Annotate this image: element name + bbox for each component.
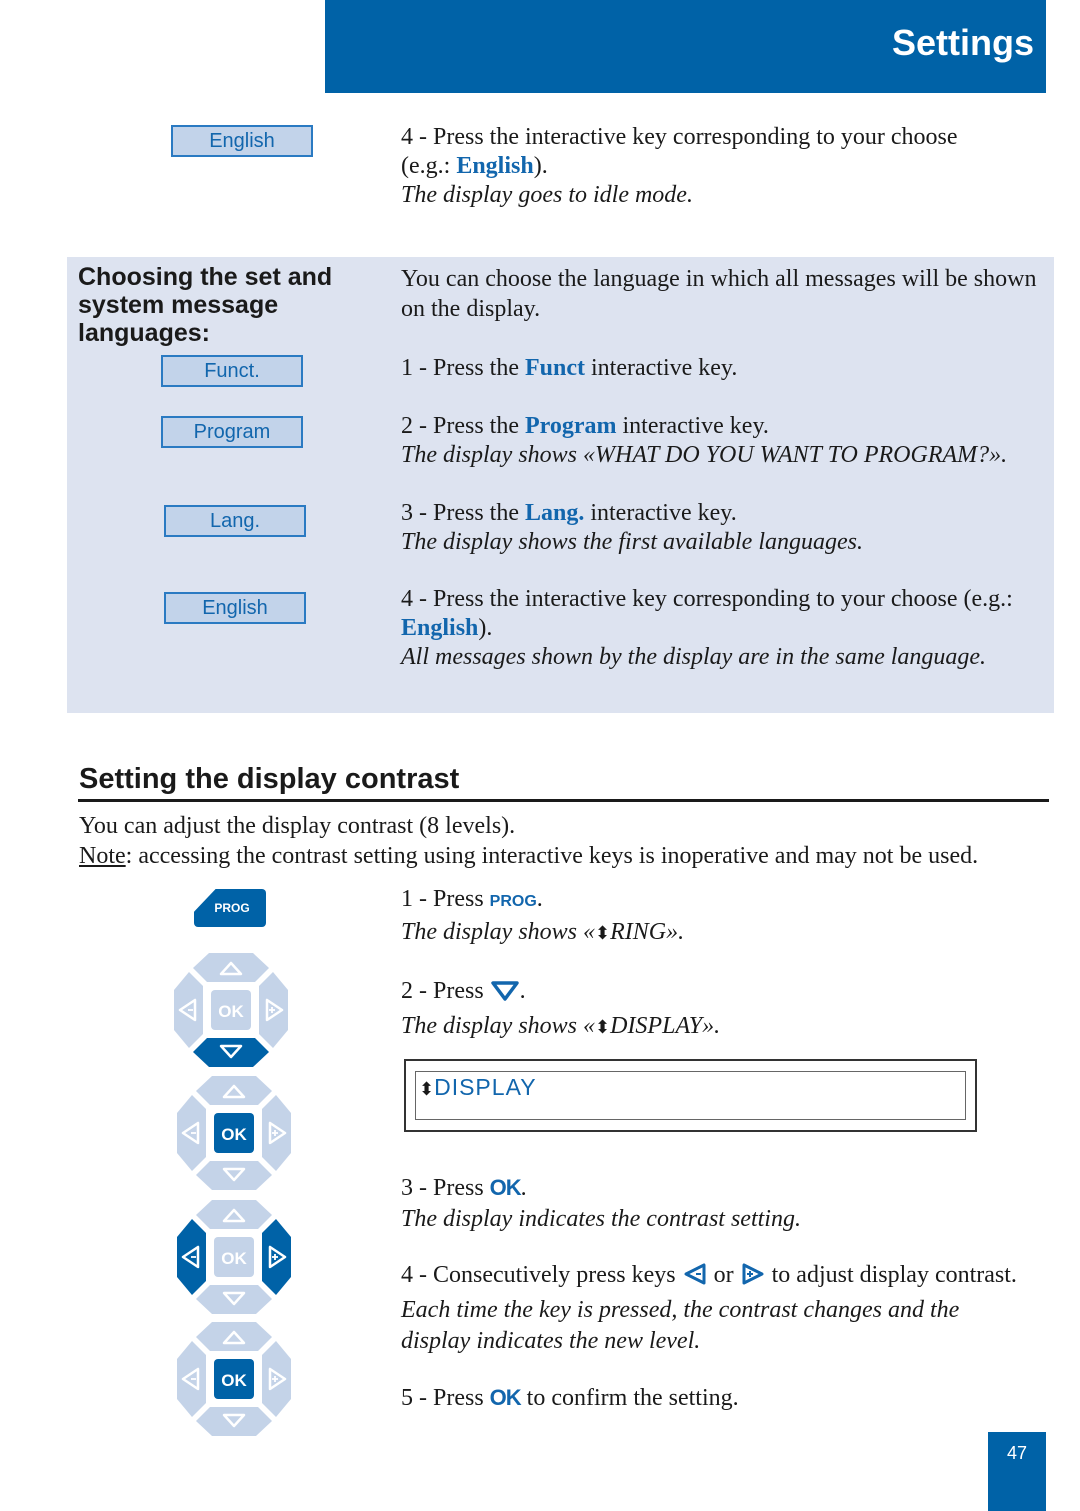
top-step-keyword: English [456, 153, 534, 179]
nav-down-key[interactable] [196, 1407, 272, 1436]
step-result: The display shows «WHAT DO YOU WANT TO P… [401, 442, 1008, 468]
nav-down-key[interactable] [196, 1161, 272, 1190]
step-prefix: 5 - Press [401, 1385, 490, 1411]
lcd-display-text: ⬍DISPLAY [419, 1074, 537, 1101]
contrast-intro: You can adjust the display contrast (8 l… [79, 811, 1059, 871]
navpad-ok-highlight: OK [174, 1073, 294, 1193]
note-text: : accessing the contrast setting using i… [125, 843, 979, 869]
navpad-ok-highlight-2: OK [174, 1319, 294, 1439]
step-suffix: . [520, 1175, 527, 1201]
right-plus-arrow-icon [740, 1262, 766, 1295]
nav-up-key[interactable] [196, 1322, 272, 1351]
left-minus-arrow-icon [682, 1262, 708, 1295]
contrast-step-5: 5 - Press OK to confirm the setting. [401, 1382, 1041, 1414]
top-step-eg-open: (e.g.: [401, 153, 457, 179]
nav-down-key[interactable] [193, 1038, 269, 1067]
top-step-prefix: 4 - Press the interactive key correspond… [401, 124, 958, 150]
section-title: Setting the display contrast [79, 763, 460, 795]
step-prefix: 3 - Press the [401, 500, 525, 526]
step-prefix: 2 - Press [401, 978, 490, 1004]
step-suffix: to adjust display contrast. [765, 1262, 1017, 1288]
step-result-suffix: ». [666, 919, 685, 945]
prog-key[interactable]: PROG [194, 889, 266, 927]
step-prefix: 1 - Press [401, 886, 490, 912]
step-suffix: . [519, 978, 526, 1004]
step-suffix: interactive key. [584, 355, 738, 381]
softkey-funct[interactable]: Funct. [161, 355, 303, 387]
step-keyword: Program [524, 413, 617, 439]
softkey-program[interactable]: Program [161, 416, 303, 448]
language-step-2: 2 - Press the Program interactive key. T… [401, 412, 1051, 470]
language-step-1: 1 - Press the Funct interactive key. [401, 354, 1051, 383]
page-number: 47 [1006, 1443, 1028, 1463]
ok-label: OK [221, 1249, 247, 1268]
step-result-line-1: Each time the key is pressed, the contra… [401, 1297, 960, 1323]
step-keyword: Funct [524, 355, 585, 381]
step-prefix: 4 - Consecutively press keys [401, 1262, 682, 1288]
step-result-value: DISPLAY [610, 1013, 703, 1039]
softkey-english-2[interactable]: English [164, 592, 306, 624]
step-result-value: RING [610, 919, 667, 945]
step-prefix: 2 - Press the [401, 413, 525, 439]
step-result-suffix: ». [702, 1013, 721, 1039]
top-step-text: 4 - Press the interactive key correspond… [401, 123, 1041, 210]
step-keyword: Lang. [524, 500, 585, 526]
language-panel-title: Choosing the set and system message lang… [78, 263, 333, 347]
top-step-eg-close: ). [533, 153, 548, 179]
ok-key-inline: OK [489, 1175, 522, 1200]
contrast-intro-text: You can adjust the display contrast (8 l… [79, 813, 516, 839]
step-result: All messages shown by the display are in… [401, 644, 987, 670]
step-suffix: interactive key. [584, 500, 737, 526]
updown-arrow-icon: ⬍ [595, 1017, 611, 1037]
lcd-text-value: DISPLAY [434, 1074, 537, 1100]
updown-arrow-icon: ⬍ [595, 923, 611, 943]
ok-label: OK [221, 1371, 247, 1390]
updown-arrow-icon: ⬍ [419, 1079, 435, 1099]
step-prefix: 4 - Press the interactive key correspond… [401, 586, 1013, 612]
ok-label: OK [221, 1125, 247, 1144]
contrast-step-3: 3 - Press OK. The display indicates the … [401, 1172, 1041, 1235]
step-suffix: to confirm the setting. [520, 1385, 739, 1411]
step-suffix: ). [478, 615, 493, 641]
contrast-step-4: 4 - Consecutively press keys or to adjus… [401, 1260, 1061, 1357]
language-intro: You can choose the language in which all… [401, 266, 1037, 322]
header-band: Settings [325, 0, 1046, 93]
contrast-step-2: 2 - Press . The display shows «⬍DISPLAY»… [401, 976, 1041, 1043]
step-result-prefix: The display shows « [401, 1013, 596, 1039]
contrast-step-1: 1 - Press PROG. The display shows «⬍RING… [401, 884, 1041, 949]
step-keyword: English [401, 615, 479, 641]
language-step-3: 3 - Press the Lang. interactive key. The… [401, 499, 1051, 557]
down-arrow-icon [490, 980, 520, 1011]
nav-up-key[interactable] [196, 1200, 272, 1229]
ok-label: OK [218, 1002, 244, 1021]
prog-key-inline: PROG [489, 893, 537, 910]
navpad-left-right-highlight: OK [174, 1197, 294, 1317]
softkey-english[interactable]: English [171, 125, 313, 157]
step-suffix: . [536, 886, 543, 912]
step-prefix: 1 - Press the [401, 355, 525, 381]
step-result-prefix: The display shows « [401, 919, 596, 945]
nav-up-key[interactable] [196, 1076, 272, 1105]
step-suffix: interactive key. [616, 413, 769, 439]
step-result: The display indicates the contrast setti… [401, 1206, 801, 1232]
top-step-result: The display goes to idle mode. [401, 182, 693, 208]
nav-down-key[interactable] [196, 1285, 272, 1314]
step-prefix: 3 - Press [401, 1175, 490, 1201]
page-title: Settings [891, 22, 1034, 63]
softkey-lang[interactable]: Lang. [164, 505, 306, 537]
ok-key-inline: OK [489, 1385, 522, 1410]
nav-up-key[interactable] [193, 953, 269, 982]
step-result: The display shows the first available la… [401, 529, 863, 555]
note-label: Note [79, 843, 126, 869]
step-result-line-2: display indicates the new level. [401, 1328, 701, 1354]
section-divider [78, 799, 1049, 802]
navpad-down-highlight: OK [171, 950, 291, 1070]
step-or: or [707, 1262, 740, 1288]
language-step-4: 4 - Press the interactive key correspond… [401, 585, 1056, 672]
